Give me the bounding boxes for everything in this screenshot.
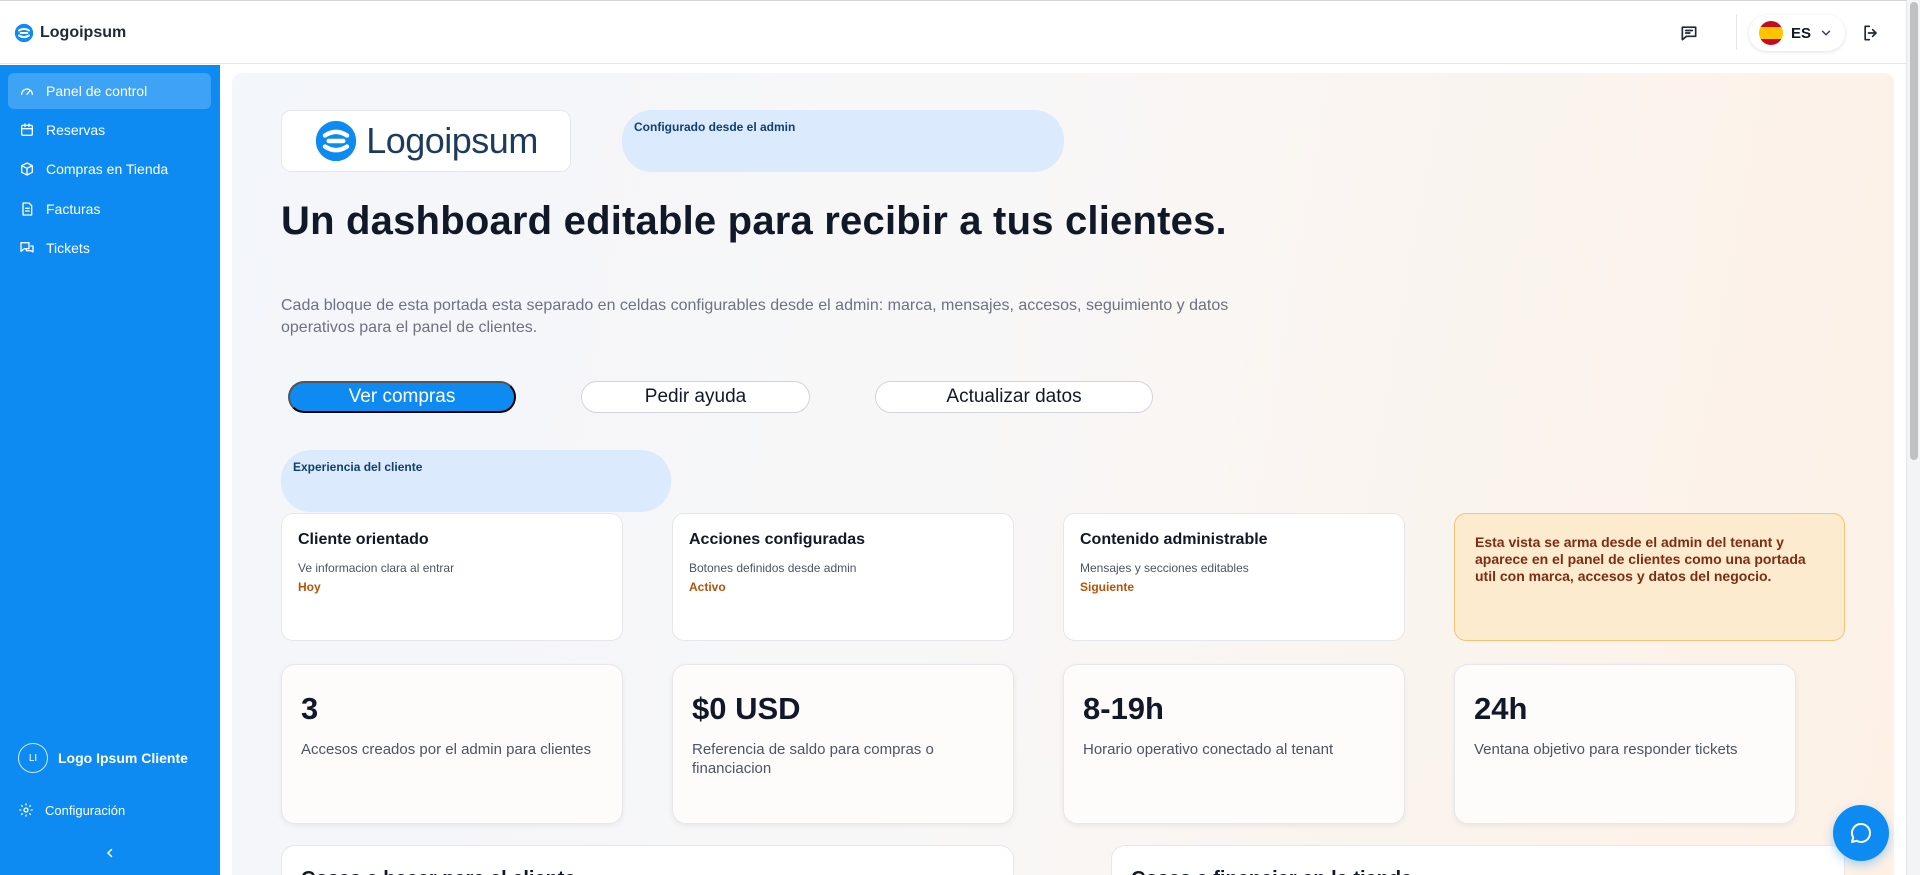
request-help-button[interactable]: Pedir ayuda xyxy=(581,381,810,413)
stat-card: 3 Accesos creados por el admin para clie… xyxy=(281,664,623,824)
dashboard-panel: Logoipsum Configurado desde el admin Un … xyxy=(232,73,1894,875)
logo-card: Logoipsum xyxy=(281,110,571,172)
file-icon xyxy=(22,202,33,216)
sidebar-item-label: Panel de control xyxy=(46,83,148,99)
sidebar-item-label: Compras en Tienda xyxy=(46,161,169,177)
info-card-subtitle: Mensajes y secciones editables xyxy=(1080,561,1249,575)
settings-label: Configuración xyxy=(45,802,126,818)
stat-label: Referencia de saldo para compras o finan… xyxy=(692,741,934,777)
sidebar-item-label: Reservas xyxy=(46,122,106,138)
sidebar-item-reservas[interactable]: Reservas xyxy=(8,112,211,148)
update-data-button[interactable]: Actualizar datos xyxy=(875,381,1153,413)
language-code: ES xyxy=(1791,24,1812,42)
page-description: Cada bloque de esta portada esta separad… xyxy=(281,297,1229,336)
sidebar-item-panel[interactable]: Panel de control xyxy=(8,73,211,109)
chat-bubble-icon xyxy=(1851,823,1871,843)
box-icon xyxy=(21,162,33,176)
sidebar-item-tickets[interactable]: Tickets xyxy=(8,230,211,266)
settings-link[interactable]: Configuración xyxy=(18,802,125,818)
info-card-subtitle: Botones definidos desde admin xyxy=(689,561,857,575)
gear-icon xyxy=(19,803,33,817)
stat-label: Horario operativo conectado al tenant xyxy=(1083,741,1334,758)
logo-text: Logoipsum xyxy=(366,120,538,161)
chevron-down-icon xyxy=(1821,30,1831,36)
stat-label: Accesos creados por el admin para client… xyxy=(301,741,592,758)
sidebar-item-label: Facturas xyxy=(46,201,101,217)
user-profile[interactable]: LI Logo Ipsum Cliente xyxy=(18,743,188,773)
sidebar-item-label: Tickets xyxy=(46,240,90,256)
top-bar: Logoipsum xyxy=(0,0,1906,64)
info-card: Cliente orientado Ve informacion clara a… xyxy=(281,513,623,641)
logout-button[interactable] xyxy=(1858,20,1884,46)
info-card-title: Cliente orientado xyxy=(298,531,429,548)
scrollbar-thumb[interactable] xyxy=(1910,2,1918,460)
brand-logo[interactable]: Logoipsum xyxy=(14,23,126,43)
view-purchases-button[interactable]: Ver compras xyxy=(288,381,516,413)
user-name: Logo Ipsum Cliente xyxy=(58,750,188,766)
info-card-title: Contenido administrable xyxy=(1080,531,1268,548)
todo-section-card: Cosas a hacer para el cliente xyxy=(281,845,1014,875)
chevron-left-icon xyxy=(106,848,113,858)
stat-value: $0 USD xyxy=(692,691,801,726)
financing-section-card: Cosas a financiar en la tienda xyxy=(1111,845,1845,875)
info-card-subtitle: Ve informacion clara al entrar xyxy=(298,561,455,575)
chat-icon xyxy=(1681,26,1697,41)
stat-value: 3 xyxy=(301,691,319,726)
stat-value: 24h xyxy=(1474,691,1528,726)
info-card: Contenido administrable Mensajes y secci… xyxy=(1063,513,1405,641)
page-title: Un dashboard editable para recibir a tus… xyxy=(281,199,1227,243)
messages-icon xyxy=(20,242,34,253)
page-scrollbar[interactable] xyxy=(1906,0,1920,875)
experience-pill: Experiencia del cliente xyxy=(281,450,671,512)
flag-es-icon xyxy=(1759,21,1783,45)
sidebar-item-facturas[interactable]: Facturas xyxy=(8,191,211,227)
gauge-icon xyxy=(21,88,33,95)
stat-value: 8-19h xyxy=(1083,691,1164,726)
language-selector[interactable]: ES xyxy=(1749,15,1845,51)
header-divider xyxy=(1736,14,1737,50)
sidebar-item-compras[interactable]: Compras en Tienda xyxy=(8,151,211,187)
config-pill: Configurado desde el admin xyxy=(622,110,1064,172)
brand-name: Logoipsum xyxy=(40,24,127,41)
stat-card: $0 USD Referencia de saldo para compras … xyxy=(672,664,1014,824)
calendar-icon xyxy=(21,123,33,136)
logoipsum-icon xyxy=(14,23,34,43)
info-card-status: Hoy xyxy=(298,580,321,594)
logoipsum-icon xyxy=(316,120,357,162)
info-card-title: Acciones configuradas xyxy=(689,531,866,548)
chat-button[interactable] xyxy=(1676,20,1702,46)
stat-card: 24h Ventana objetivo para responder tick… xyxy=(1454,664,1796,824)
logout-icon xyxy=(1864,25,1877,41)
support-chat-button[interactable] xyxy=(1833,805,1889,861)
stat-label: Ventana objetivo para responder tickets xyxy=(1474,741,1738,758)
stat-card: 8-19h Horario operativo conectado al ten… xyxy=(1063,664,1405,824)
info-card-status: Siguiente xyxy=(1080,580,1135,594)
sidebar: Panel de control Reservas Compras en Tie… xyxy=(0,65,220,875)
avatar: LI xyxy=(18,743,48,773)
info-card-status: Activo xyxy=(689,580,726,594)
collapse-sidebar-button[interactable] xyxy=(100,843,120,863)
admin-note: Esta vista se arma desde el admin del te… xyxy=(1454,513,1845,641)
info-card: Acciones configuradas Botones definidos … xyxy=(672,513,1014,641)
